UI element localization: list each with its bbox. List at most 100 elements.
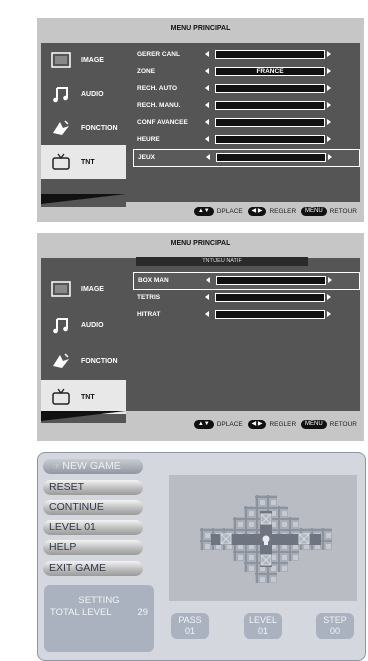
arrow-left-icon[interactable] (206, 154, 210, 160)
music-note-icon (53, 318, 68, 334)
arrow-right-icon[interactable] (327, 68, 331, 74)
adjust-hint: REGLER (269, 421, 297, 428)
menu-key-icon: MENU (301, 420, 327, 429)
tv-icon (52, 153, 70, 170)
row-value (216, 276, 326, 285)
menu-footer: ▲▼ DPLACE ◀ ▶ REGLER MENU RETOUR (37, 420, 364, 432)
continue-button[interactable]: CONTINUE (43, 500, 143, 515)
row-value (215, 135, 325, 144)
menu-row-tetris[interactable]: TETRIS (133, 290, 360, 306)
up-down-key-icon: ▲▼ (193, 420, 214, 429)
row-label: CONF AVANCEE (137, 119, 188, 126)
step-value: 00 (329, 626, 340, 636)
sidebar-item-fonction[interactable]: FONCTION (41, 344, 126, 378)
arrow-left-icon[interactable] (206, 277, 210, 283)
menu-row-heure[interactable]: HEURE (133, 132, 360, 148)
menu-row-box-man[interactable]: BOX MAN (133, 272, 360, 290)
row-value (216, 153, 326, 162)
arrow-right-icon[interactable] (327, 311, 331, 317)
arrow-right-icon[interactable] (327, 51, 331, 57)
menu-row-hitrat[interactable]: HITRAT (133, 307, 360, 323)
row-label: ZONE (137, 68, 156, 75)
move-hint: DPLACE (216, 421, 243, 428)
row-label: RECH. AUTO (137, 85, 178, 92)
menu-options: TNT\JEU NATIF BOX MAN TETRIS HITRAT (126, 257, 360, 411)
help-button[interactable]: HELP (43, 540, 143, 555)
pass-counter: PASS 01 (171, 613, 209, 639)
arrow-right-icon[interactable] (328, 277, 332, 283)
up-down-key-icon: ▲▼ (193, 207, 214, 216)
breadcrumb: TNT\JEU NATIF (136, 257, 308, 266)
level-value: 01 (257, 626, 268, 636)
menu-footer: ▲▼ DPLACE ◀ ▶ REGLER MENU RETOUR (37, 207, 364, 219)
arrow-right-icon[interactable] (328, 154, 332, 160)
arrow-right-icon[interactable] (327, 294, 331, 300)
row-label: HEURE (137, 136, 160, 143)
menu-row-jeux[interactable]: JEUX (133, 149, 360, 167)
arrow-left-icon[interactable] (205, 68, 209, 74)
row-label: HITRAT (137, 311, 161, 318)
main-menu-panel-1: MENU PRINCIPAL IMAGE AUDIO FONCTION TNT … (37, 18, 364, 222)
reset-button[interactable]: RESET (43, 480, 143, 495)
menu-row-gerer-canl[interactable]: GERER CANL (133, 47, 360, 63)
menu-row-zone[interactable]: ZONE FRANCE (133, 64, 360, 80)
sidebar-item-label: AUDIO (81, 322, 104, 329)
setting-panel: SETTING TOTAL LEVEL 29 (44, 585, 154, 652)
image-icon (51, 281, 71, 297)
row-label: TETRIS (137, 294, 161, 301)
level-button[interactable]: LEVEL 01 (43, 520, 143, 535)
menu-row-conf-avancee[interactable]: CONF AVANCEE (133, 115, 360, 131)
function-icon (53, 353, 69, 368)
function-icon (53, 120, 69, 135)
sidebar-item-tnt[interactable]: TNT (41, 380, 126, 414)
arrow-right-icon[interactable] (327, 85, 331, 91)
menu-key-icon: MENU (301, 207, 327, 216)
back-hint: RETOUR (329, 208, 357, 215)
row-value (215, 84, 325, 93)
music-note-icon (53, 87, 68, 103)
puzzle-grid (200, 495, 332, 583)
exit-game-button[interactable]: EXIT GAME (43, 561, 143, 576)
menu-decoration (41, 194, 126, 204)
sidebar-item-label: IMAGE (81, 57, 104, 64)
step-counter: STEP 00 (316, 613, 354, 639)
sidebar-item-image[interactable]: IMAGE (41, 272, 126, 306)
sidebar-item-fonction[interactable]: FONCTION (41, 111, 126, 145)
tv-icon (52, 388, 70, 405)
arrow-right-icon[interactable] (327, 119, 331, 125)
move-hint: DPLACE (216, 208, 243, 215)
step-label: STEP (323, 615, 347, 625)
arrow-right-icon[interactable] (327, 102, 331, 108)
sidebar-item-label: TNT (81, 159, 95, 166)
menu-row-rech-manu[interactable]: RECH. MANU. (133, 98, 360, 114)
arrow-left-icon[interactable] (205, 85, 209, 91)
main-menu-panel-2: MENU PRINCIPAL IMAGE AUDIO FONCTION TNT … (37, 233, 364, 441)
left-right-key-icon: ◀ ▶ (247, 420, 267, 429)
image-icon (51, 52, 71, 68)
sidebar-item-image[interactable]: IMAGE (41, 43, 126, 77)
menu-row-rech-auto[interactable]: RECH. AUTO (133, 81, 360, 97)
back-hint: RETOUR (329, 421, 357, 428)
arrow-right-icon[interactable] (327, 136, 331, 142)
level-counter: LEVEL 01 (244, 613, 282, 639)
arrow-left-icon[interactable] (205, 136, 209, 142)
sidebar-item-audio[interactable]: AUDIO (41, 77, 126, 111)
arrow-left-icon[interactable] (205, 102, 209, 108)
game-board[interactable] (169, 475, 357, 601)
arrow-left-icon[interactable] (205, 119, 209, 125)
arrow-left-icon[interactable] (205, 51, 209, 57)
row-value (215, 50, 325, 59)
row-label: GERER CANL (137, 51, 180, 58)
arrow-left-icon[interactable] (205, 294, 209, 300)
total-level-label: TOTAL LEVEL (50, 607, 112, 618)
sidebar: IMAGE AUDIO FONCTION TNT (41, 258, 126, 423)
sidebar-item-audio[interactable]: AUDIO (41, 308, 126, 342)
row-value (215, 118, 325, 127)
adjust-hint: REGLER (269, 208, 297, 215)
new-game-button[interactable]: ☞ NEW GAME (43, 459, 143, 474)
row-label: BOX MAN (138, 277, 169, 284)
sidebar-item-tnt[interactable]: TNT (41, 145, 126, 179)
row-value: FRANCE (215, 67, 325, 76)
arrow-left-icon[interactable] (205, 311, 209, 317)
sidebar-item-label: IMAGE (81, 286, 104, 293)
